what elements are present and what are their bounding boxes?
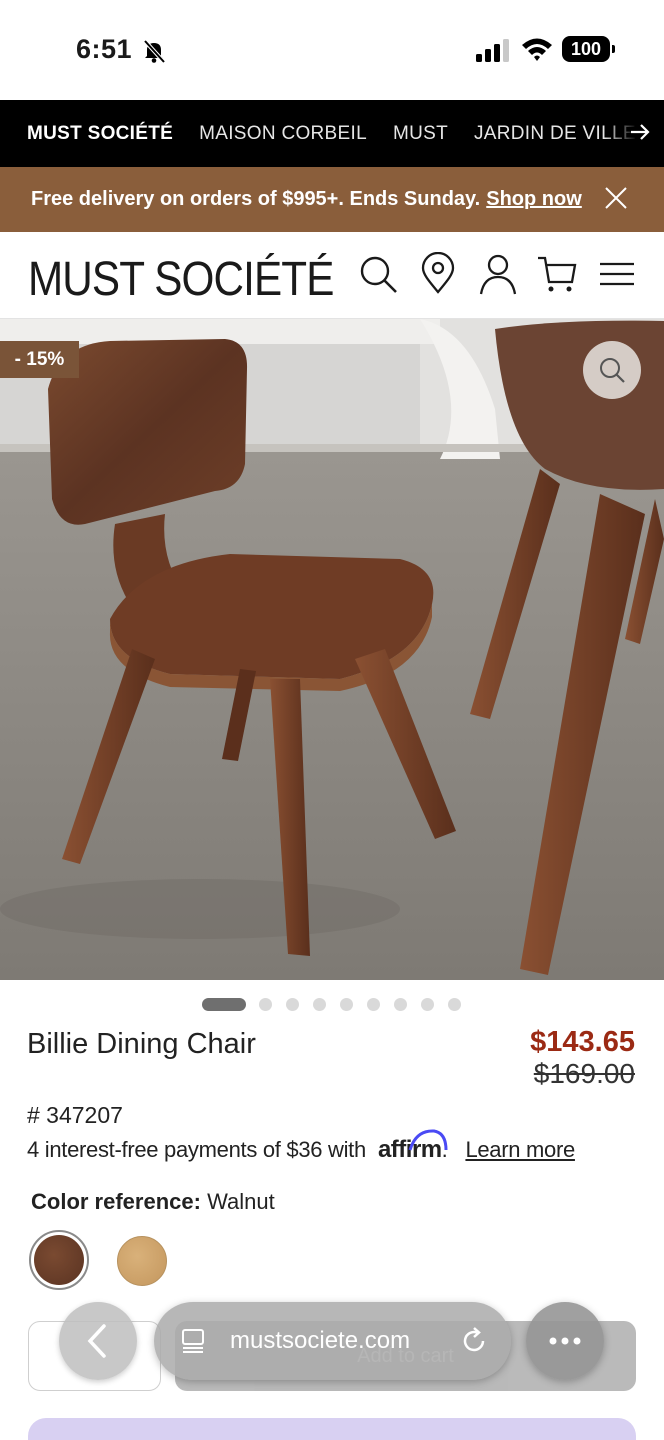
- location-pin-icon[interactable]: [416, 252, 460, 296]
- reload-icon[interactable]: [459, 1326, 489, 1356]
- pagination-dot[interactable]: [286, 998, 299, 1011]
- product-photo: [0, 319, 664, 980]
- financing-text: 4 interest-free payments of $36 with: [27, 1137, 366, 1162]
- arrow-right-icon[interactable]: [628, 120, 652, 144]
- bell-slash-icon: [143, 39, 166, 64]
- learn-more-link[interactable]: Learn more: [465, 1137, 575, 1163]
- site-header: MUST SOCIÉTÉ: [0, 232, 664, 319]
- discount-badge: - 15%: [0, 341, 79, 378]
- more-icon: [549, 1337, 581, 1345]
- brand-nav: MUST SOCIÉTÉ MAISON CORBEIL MUST JARDIN …: [0, 100, 664, 167]
- product-sku: # 347207: [27, 1102, 123, 1128]
- color-reference: Color reference: Walnut: [31, 1189, 275, 1215]
- zoom-button[interactable]: [583, 341, 641, 399]
- promo-shop-now-link[interactable]: Shop now: [486, 188, 582, 211]
- pagination-dot[interactable]: [259, 998, 272, 1011]
- affirm-arc-icon: [408, 1129, 448, 1151]
- promo-banner: Free delivery on orders of $995+. Ends S…: [0, 167, 664, 232]
- browser-more-button[interactable]: [526, 1302, 604, 1380]
- color-value: Walnut: [207, 1189, 275, 1214]
- affirm-logo: affirm: [378, 1129, 448, 1164]
- affirm-button-partial[interactable]: [28, 1418, 636, 1440]
- close-icon[interactable]: [603, 185, 629, 211]
- gallery-pagination: [0, 997, 664, 1013]
- pagination-dot-active[interactable]: [202, 998, 246, 1011]
- wifi-icon: [522, 38, 552, 61]
- search-icon[interactable]: [356, 252, 400, 296]
- brand-tab-must-societe[interactable]: MUST SOCIÉTÉ: [27, 123, 173, 145]
- product-image-gallery[interactable]: - 15%: [0, 319, 664, 980]
- browser-back-button[interactable]: [59, 1302, 137, 1380]
- account-icon[interactable]: [476, 252, 520, 296]
- financing-info: 4 interest-free payments of $36 with aff…: [27, 1129, 575, 1164]
- page-settings-icon: [182, 1329, 204, 1353]
- pagination-dot[interactable]: [340, 998, 353, 1011]
- pagination-dot[interactable]: [448, 998, 461, 1011]
- browser-url-bar[interactable]: mustsociete.com: [154, 1302, 511, 1380]
- pagination-dot[interactable]: [394, 998, 407, 1011]
- pagination-dot[interactable]: [313, 998, 326, 1011]
- pagination-dot[interactable]: [421, 998, 434, 1011]
- cart-icon[interactable]: [536, 252, 580, 296]
- menu-icon[interactable]: [596, 252, 640, 296]
- signal-icon: [476, 39, 509, 62]
- status-time: 6:51: [76, 34, 133, 64]
- swatch-oak[interactable]: [117, 1236, 167, 1286]
- color-label: Color reference:: [31, 1189, 201, 1214]
- promo-text: Free delivery on orders of $995+. Ends S…: [31, 188, 481, 210]
- zoom-icon: [600, 358, 625, 383]
- chevron-left-icon: [87, 1324, 106, 1358]
- pagination-dot[interactable]: [367, 998, 380, 1011]
- site-logo[interactable]: MUST SOCIÉTÉ: [28, 252, 334, 307]
- original-price: $169.00: [533, 1058, 635, 1089]
- status-bar: 6:51 100: [0, 0, 664, 100]
- url-text: mustsociete.com: [230, 1327, 411, 1354]
- swatch-walnut[interactable]: [34, 1235, 84, 1285]
- product-title: Billie Dining Chair: [27, 1028, 256, 1060]
- brand-tab-must[interactable]: MUST: [393, 123, 448, 145]
- sale-price: $143.65: [530, 1026, 635, 1058]
- brand-tab-maison-corbeil[interactable]: MAISON CORBEIL: [199, 123, 367, 145]
- battery-indicator: 100: [562, 36, 615, 62]
